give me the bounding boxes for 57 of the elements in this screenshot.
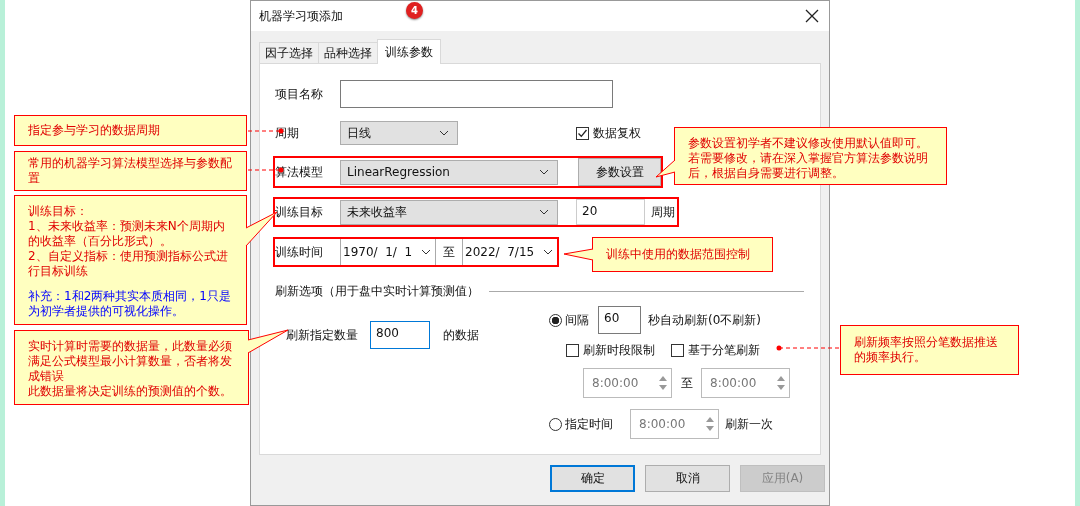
note-text: 指定参与学习的数据周期 bbox=[28, 123, 161, 138]
note-text: 训练目标： bbox=[28, 204, 89, 219]
checkbox-label: 基于分笔刷新 bbox=[688, 341, 760, 359]
date-picker[interactable]: 1970/ 1/ 1 bbox=[340, 239, 435, 265]
group-title: 刷新选项（用于盘中实时计算预测值） bbox=[275, 282, 479, 300]
field-label: 刷新指定数量 bbox=[286, 326, 358, 344]
note-text: 参数设置初学者不建议修改使用默认值即可。 bbox=[688, 136, 929, 151]
window-title: 机器学习项添加 bbox=[259, 7, 343, 25]
time-spinner[interactable]: 8:00:00 bbox=[630, 409, 719, 439]
field-label: 刷新一次 bbox=[725, 415, 773, 433]
tab[interactable]: 训练参数 bbox=[377, 39, 441, 64]
field-label: 的数据 bbox=[443, 326, 479, 344]
project-name-field[interactable] bbox=[340, 80, 613, 108]
time-spinner[interactable]: 8:00:00 bbox=[583, 368, 672, 398]
caret-icon bbox=[421, 249, 431, 255]
note-text: 若需要修改，请在深入掌握官方算法参数说明后，根据自身需要进行调整。 bbox=[688, 151, 929, 181]
parameter-settings-button[interactable]: 参数设置 bbox=[578, 158, 661, 186]
radio-button[interactable] bbox=[549, 417, 562, 431]
note-text: 常用的机器学习算法模型选择与参数配置 bbox=[28, 156, 233, 186]
checkbox[interactable] bbox=[576, 126, 589, 140]
caret-icon bbox=[439, 130, 449, 136]
date-picker[interactable]: 2022/ 7/15 bbox=[462, 239, 557, 265]
caret-icon bbox=[543, 249, 553, 255]
field-label: 项目名称 bbox=[274, 85, 324, 103]
note-text: 补充：1和2两种其实本质相同，1只是为初学者提供的可视化操作。 bbox=[28, 289, 232, 319]
note-text: 1、未来收益率：预测未来N个周期内的收益率（百分比形式）。 bbox=[28, 219, 226, 249]
period-count-field[interactable]: 20 bbox=[576, 199, 645, 225]
caret-icon bbox=[539, 169, 549, 175]
note-text: 刷新频率按照分笔数据推送的频率执行。 bbox=[854, 335, 999, 365]
note-text: 训练中使用的数据范围控制 bbox=[606, 247, 751, 262]
field-label: 训练目标 bbox=[275, 203, 324, 221]
dialog-button[interactable]: 取消 bbox=[645, 465, 730, 492]
note-text: 实时计算时需要的数据量，此数量必须满足公式模型最小计算数量，否者将发成错误 bbox=[28, 339, 233, 384]
tab[interactable]: 因子选择 bbox=[259, 42, 319, 63]
data-count-field[interactable]: 800 bbox=[370, 321, 430, 349]
note-text: 2、自定义指标：使用预测指标公式进行目标训练 bbox=[28, 249, 229, 279]
field-label: 训练时间 bbox=[275, 243, 324, 261]
model-dropdown[interactable]: LinearRegression bbox=[340, 159, 558, 185]
period-dropdown[interactable]: 日线 bbox=[340, 121, 458, 145]
checkbox[interactable] bbox=[671, 343, 684, 357]
unit-label: 周期 bbox=[651, 203, 675, 221]
close-icon[interactable] bbox=[805, 9, 819, 23]
interval-field[interactable]: 60 bbox=[598, 306, 641, 334]
radio-label: 间隔 bbox=[565, 311, 590, 329]
radio-label: 指定时间 bbox=[565, 415, 614, 433]
target-dropdown[interactable]: 未来收益率 bbox=[340, 199, 558, 225]
note-text: 此数据量将决定训练的预测值的个数。 bbox=[28, 384, 233, 399]
time-spinner[interactable]: 8:00:00 bbox=[701, 368, 790, 398]
range-separator: 至 bbox=[443, 243, 455, 261]
caret-icon bbox=[539, 209, 549, 215]
checkbox-label: 数据复权 bbox=[593, 124, 641, 142]
field-label: 秒自动刷新(0不刷新) bbox=[648, 311, 761, 329]
range-separator: 至 bbox=[679, 374, 694, 392]
radio-button[interactable] bbox=[549, 313, 562, 327]
checkbox[interactable] bbox=[566, 343, 579, 357]
dialog-button[interactable]: 确定 bbox=[550, 465, 635, 492]
checkbox-label: 刷新时段限制 bbox=[583, 341, 655, 359]
